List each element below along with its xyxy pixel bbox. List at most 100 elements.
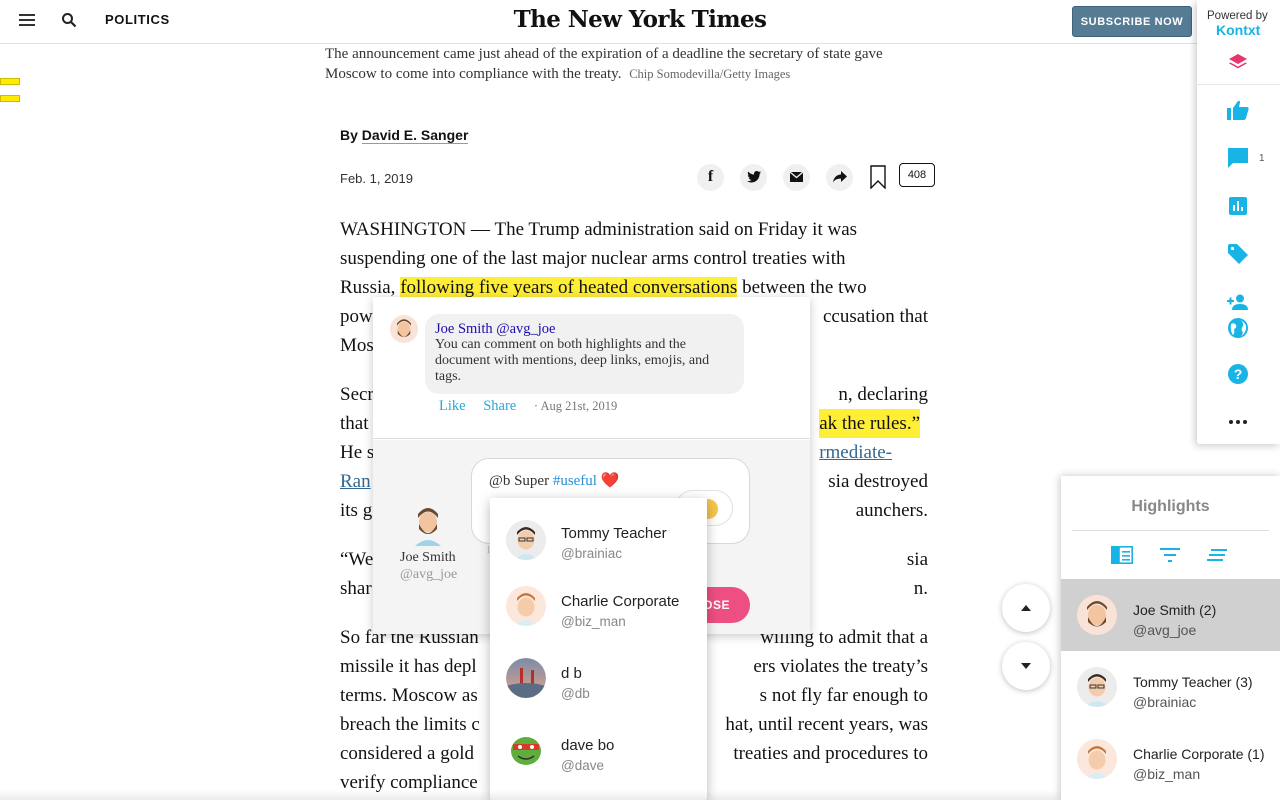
help-icon[interactable]: ? [1226, 362, 1250, 386]
avatar [506, 730, 546, 770]
highlighted-text[interactable]: following five years of heated conversat… [400, 277, 738, 298]
toolbar-divider [1197, 84, 1280, 85]
caption-text: The announcement came just ahead of the … [325, 46, 883, 82]
highlight-user-handle: @avg_joe [1133, 622, 1197, 638]
mention-item[interactable]: dave bo @dave [490, 710, 707, 782]
like-button[interactable]: Like [439, 398, 466, 414]
line-text: Mos [340, 335, 374, 356]
mention-name: Tommy Teacher [561, 525, 667, 542]
line-text: its g [340, 500, 373, 521]
twitter-share-button[interactable] [740, 163, 767, 191]
kontxt-logo[interactable]: Kontxt [1216, 22, 1260, 38]
globe-icon[interactable] [1226, 316, 1250, 340]
mention-item[interactable]: Charlie Corporate @biz_man [490, 566, 707, 638]
highlight-markers[interactable] [0, 78, 20, 112]
comment-icon[interactable] [1226, 146, 1250, 170]
author-link[interactable]: David E. Sanger [361, 127, 469, 144]
line-text: ers violates the treaty’s [753, 656, 928, 677]
caret-up-icon [1021, 605, 1031, 611]
thumbs-up-icon[interactable] [1226, 98, 1250, 122]
mention-name: Charlie Corporate [561, 593, 680, 610]
line-text: treaties and procedures to [733, 743, 928, 764]
divider [1072, 530, 1269, 531]
article-link[interactable]: Ran [340, 471, 371, 492]
sort-icon[interactable] [1207, 546, 1229, 564]
avatar [1077, 739, 1117, 779]
line-text: n, declaring [838, 384, 928, 405]
comments-button[interactable]: 408 [899, 163, 935, 187]
line-text: missile it has depl [340, 656, 477, 677]
line-text: terms. Moscow as [340, 685, 478, 706]
highlight-user-name: Charlie Corporate (1) [1133, 746, 1265, 762]
mention-name: d b [561, 665, 582, 682]
byline: By David E. Sanger [340, 127, 469, 144]
line-text: n. [913, 578, 928, 599]
subscribe-button[interactable]: SUBSCRIBE NOW [1072, 6, 1192, 37]
previous-highlight-button[interactable] [1002, 584, 1050, 632]
line-text: between the two [737, 277, 867, 298]
highlights-panel: Highlights Joe Smith (2) @avg_joe Tommy … [1061, 476, 1280, 800]
reader-view-icon[interactable] [1111, 546, 1133, 564]
comment-badge: 1 [1259, 153, 1265, 164]
tag-icon[interactable] [1226, 242, 1250, 266]
mention-item[interactable]: Tommy Teacher @brainiac [490, 498, 707, 566]
facebook-share-button[interactable]: f [697, 163, 724, 191]
next-highlight-button[interactable] [1002, 642, 1050, 690]
mention-handle: @brainiac [561, 546, 622, 561]
highlighted-text[interactable]: ak the rules.” [819, 409, 920, 438]
avatar [506, 520, 546, 560]
layers-icon[interactable] [1226, 50, 1250, 74]
highlight-row[interactable]: Charlie Corporate (1) @biz_man [1061, 723, 1280, 795]
share-button[interactable]: Share [483, 398, 516, 414]
line-text: aunchers. [855, 500, 928, 521]
email-share-button[interactable] [783, 163, 810, 191]
mention-name: dave bo [561, 737, 615, 754]
my-avatar [409, 504, 447, 546]
line-text: pow [340, 306, 373, 327]
bar-chart-icon[interactable] [1226, 194, 1250, 218]
my-name: Joe Smith [400, 550, 456, 565]
add-user-icon[interactable] [1226, 290, 1250, 314]
comment-thread: Joe Smith @avg_joe You can comment on bo… [373, 297, 810, 439]
draft-hashtag: #useful [552, 473, 597, 489]
line-text: sia [906, 549, 928, 570]
avatar [1077, 595, 1117, 635]
mention-handle: @biz_man [561, 614, 626, 629]
line-text: ccusation that [823, 306, 928, 327]
byline-prefix: By [340, 127, 362, 143]
mention-item[interactable]: d b @db [490, 638, 707, 710]
highlight-user-name: Tommy Teacher (3) [1133, 674, 1253, 690]
facebook-icon: f [707, 168, 714, 185]
highlight-user-handle: @brainiac [1133, 694, 1197, 710]
filter-icon[interactable] [1159, 546, 1181, 564]
more-share-button[interactable] [826, 163, 853, 191]
publish-date: Feb. 1, 2019 [340, 171, 413, 186]
highlight-user-name: Joe Smith (2) [1133, 602, 1217, 618]
top-bar: POLITICS The New York Times SUBSCRIBE NO… [0, 0, 1197, 44]
avatar [1077, 667, 1117, 707]
article-link[interactable]: rmediate- [819, 438, 892, 467]
highlight-row[interactable]: Joe Smith (2) @avg_joe [1061, 579, 1280, 651]
comment-author[interactable]: Joe Smith @avg_joe [435, 321, 734, 337]
avatar [506, 586, 546, 626]
caret-down-icon [1021, 663, 1031, 669]
bookmark-icon[interactable] [870, 165, 886, 189]
mention-handle: @dave [561, 758, 604, 773]
kontxt-toolbar: Powered by Kontxt 1 ? [1197, 0, 1280, 444]
line-text: WASHINGTON — The Trump administration sa… [340, 219, 858, 240]
heart-emoji: ❤️ [600, 473, 620, 489]
draft-text: @b Super [489, 473, 553, 489]
comment-text: You can comment on both highlights and t… [435, 337, 710, 384]
share-toolbar: f 408 [697, 162, 935, 192]
comment-bubble: Joe Smith @avg_joe You can comment on bo… [425, 314, 744, 394]
line-text: breach the limits c [340, 714, 480, 735]
page-bottom-shadow [0, 790, 1061, 800]
line-text: hat, until recent years, was [725, 714, 928, 735]
commenter-avatar[interactable] [390, 315, 418, 343]
line-text: He s [340, 442, 375, 463]
highlight-row[interactable]: Tommy Teacher (3) @brainiac [1061, 651, 1280, 723]
more-icon[interactable] [1226, 410, 1250, 434]
comment-timestamp: · Aug 21st, 2019 [533, 399, 618, 413]
line-text: considered a gold [340, 743, 475, 764]
mention-handle: @db [561, 686, 590, 701]
